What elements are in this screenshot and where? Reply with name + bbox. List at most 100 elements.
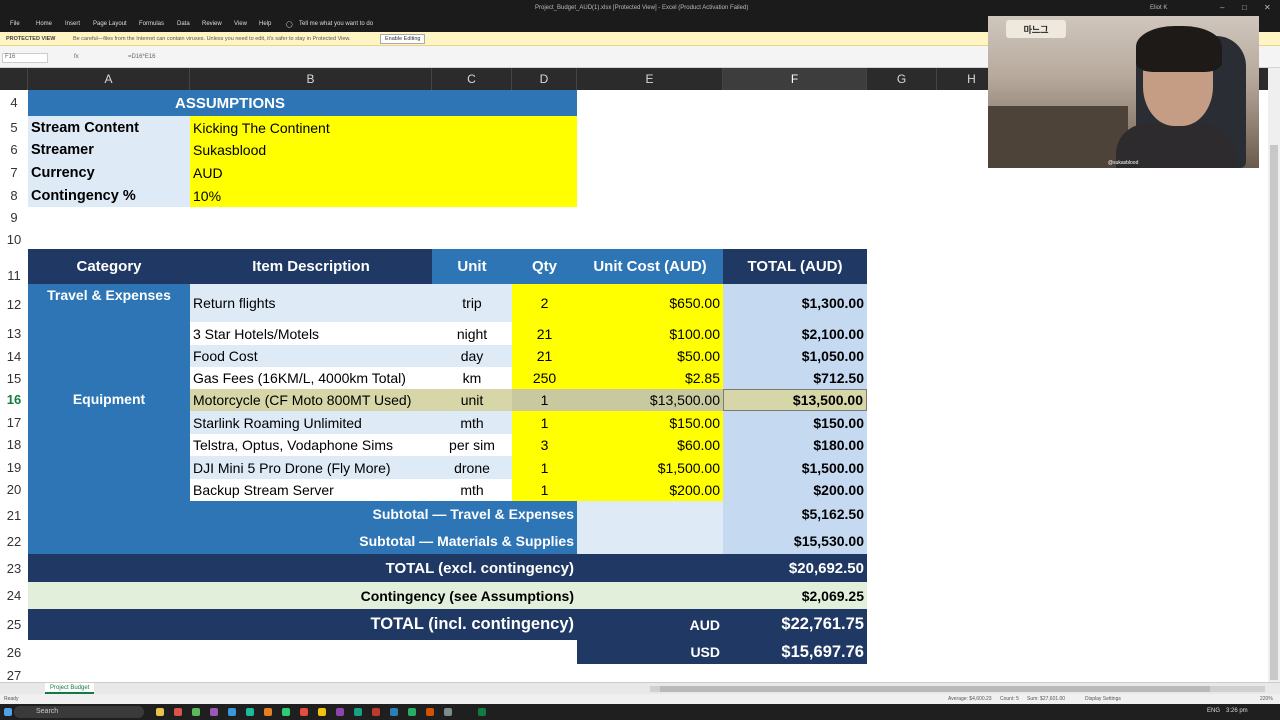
item-total[interactable]: $1,050.00 (723, 345, 867, 367)
row-header[interactable]: 26 (0, 645, 28, 660)
item-description[interactable]: Food Cost (190, 345, 432, 367)
display-settings-button[interactable]: Display Settings (1085, 696, 1121, 702)
header-unit[interactable]: Unit (432, 249, 512, 284)
row-header[interactable]: 13 (0, 326, 28, 341)
row-header[interactable]: 27 (0, 668, 28, 683)
row-header[interactable]: 6 (0, 142, 28, 157)
name-box[interactable]: F16 (2, 53, 48, 63)
item-unit[interactable]: per sim (432, 434, 512, 456)
item-description[interactable]: Backup Stream Server (190, 479, 432, 501)
item-unit[interactable]: mth (432, 411, 512, 434)
row-header[interactable]: 12 (0, 297, 28, 312)
header-qty[interactable]: Qty (512, 249, 577, 284)
item-total[interactable]: $1,300.00 (723, 284, 867, 322)
language-indicator[interactable]: ENG (1207, 708, 1220, 714)
formula-input[interactable]: =D16*E16 (128, 54, 156, 60)
contingency-blank[interactable] (577, 582, 723, 609)
maximize-icon[interactable]: □ (1242, 3, 1247, 12)
assumption-label[interactable]: Stream Content (28, 116, 190, 139)
contingency-label[interactable]: Contingency (see Assumptions) (28, 582, 577, 609)
item-unit-cost[interactable]: $1,500.00 (577, 456, 723, 479)
assumption-value[interactable]: 10% (190, 184, 577, 207)
subtotal-materials-label[interactable]: Subtotal — Materials & Supplies (28, 527, 577, 554)
app-icon[interactable] (264, 708, 272, 716)
minimize-icon[interactable]: – (1220, 3, 1224, 12)
subtotal-materials-value[interactable]: $15,530.00 (723, 527, 867, 554)
item-unit-cost[interactable]: $13,500.00 (577, 389, 723, 411)
item-description[interactable]: DJI Mini 5 Pro Drone (Fly More) (190, 456, 432, 479)
item-unit-cost[interactable]: $150.00 (577, 411, 723, 434)
tab-file[interactable]: File (10, 21, 20, 27)
tell-me-search[interactable]: Tell me what you want to do (299, 21, 373, 27)
app-icon[interactable] (282, 708, 290, 716)
file-explorer-icon[interactable] (156, 708, 164, 716)
app-icon[interactable] (336, 708, 344, 716)
total-excl-blank[interactable] (577, 554, 723, 582)
assumption-value[interactable]: Sukasblood (190, 139, 577, 161)
app-icon[interactable] (444, 708, 452, 716)
item-qty[interactable]: 2 (512, 284, 577, 322)
clock[interactable]: 3:26 pm (1226, 708, 1248, 714)
column-header-c[interactable]: C (432, 68, 512, 90)
row-header[interactable]: 5 (0, 120, 28, 135)
assumption-label[interactable]: Contingency % (28, 184, 190, 207)
assumption-value[interactable]: AUD (190, 161, 577, 184)
item-description[interactable]: 3 Star Hotels/Motels (190, 322, 432, 345)
item-unit[interactable]: unit (432, 389, 512, 411)
item-qty[interactable]: 1 (512, 456, 577, 479)
item-unit-cost[interactable]: $60.00 (577, 434, 723, 456)
item-unit-cost[interactable]: $50.00 (577, 345, 723, 367)
item-unit[interactable]: drone (432, 456, 512, 479)
enable-editing-button[interactable]: Enable Editing (380, 34, 426, 44)
item-qty[interactable]: 21 (512, 322, 577, 345)
row-header[interactable]: 23 (0, 561, 28, 576)
status-average[interactable]: Average: $4,600.23 (948, 696, 992, 702)
column-header-a[interactable]: A (28, 68, 190, 90)
app-icon[interactable] (210, 708, 218, 716)
windows-start-icon[interactable] (4, 708, 12, 716)
assumption-label[interactable]: Streamer (28, 139, 190, 161)
tab-view[interactable]: View (234, 21, 247, 27)
row-header[interactable]: 18 (0, 437, 28, 452)
header-category[interactable]: Category (28, 249, 190, 284)
row-header[interactable]: 9 (0, 210, 28, 225)
row-header[interactable]: 8 (0, 188, 28, 203)
app-icon[interactable] (246, 708, 254, 716)
item-unit-cost[interactable]: $2.85 (577, 367, 723, 389)
header-item-description[interactable]: Item Description (190, 249, 432, 284)
row-header[interactable]: 19 (0, 460, 28, 475)
currency-aud-label[interactable]: AUD (577, 609, 723, 640)
tab-help[interactable]: Help (259, 21, 271, 27)
assumptions-header-fill[interactable] (432, 90, 577, 116)
category-equipment[interactable]: Equipment (28, 389, 190, 501)
user-name[interactable]: Eliot K (1150, 5, 1167, 11)
total-incl-label[interactable]: TOTAL (incl. contingency) (28, 609, 577, 640)
row-header[interactable]: 25 (0, 617, 28, 632)
status-sum[interactable]: Sum: $27,601.00 (1027, 696, 1065, 702)
tab-home[interactable]: Home (36, 21, 52, 27)
subtotal-travel-blank[interactable] (577, 501, 723, 527)
row-header[interactable]: 7 (0, 165, 28, 180)
item-description[interactable]: Motorcycle (CF Moto 800MT Used) (190, 389, 432, 411)
row-header[interactable]: 4 (0, 95, 28, 110)
app-icon[interactable] (354, 708, 362, 716)
assumption-label[interactable]: Currency (28, 161, 190, 184)
fx-icon[interactable]: fx (74, 54, 79, 60)
assumption-value[interactable]: Kicking The Continent (190, 116, 577, 139)
total-excl-value[interactable]: $20,692.50 (723, 554, 867, 582)
item-qty[interactable]: 3 (512, 434, 577, 456)
total-aud-value[interactable]: $22,761.75 (723, 609, 867, 640)
total-excl-label[interactable]: TOTAL (excl. contingency) (28, 554, 577, 582)
item-unit[interactable]: trip (432, 284, 512, 322)
zoom-level[interactable]: 220% (1260, 696, 1273, 702)
item-description[interactable]: Starlink Roaming Unlimited (190, 411, 432, 434)
header-total[interactable]: TOTAL (AUD) (723, 249, 867, 284)
tab-data[interactable]: Data (177, 21, 190, 27)
column-header-e[interactable]: E (577, 68, 723, 90)
app-icon[interactable] (372, 708, 380, 716)
row-header[interactable]: 20 (0, 482, 28, 497)
total-usd-value[interactable]: $15,697.76 (723, 640, 867, 664)
item-total[interactable]: $712.50 (723, 367, 867, 389)
item-description[interactable]: Telstra, Optus, Vodaphone Sims (190, 434, 432, 456)
vertical-scrollbar-thumb[interactable] (1270, 145, 1278, 680)
